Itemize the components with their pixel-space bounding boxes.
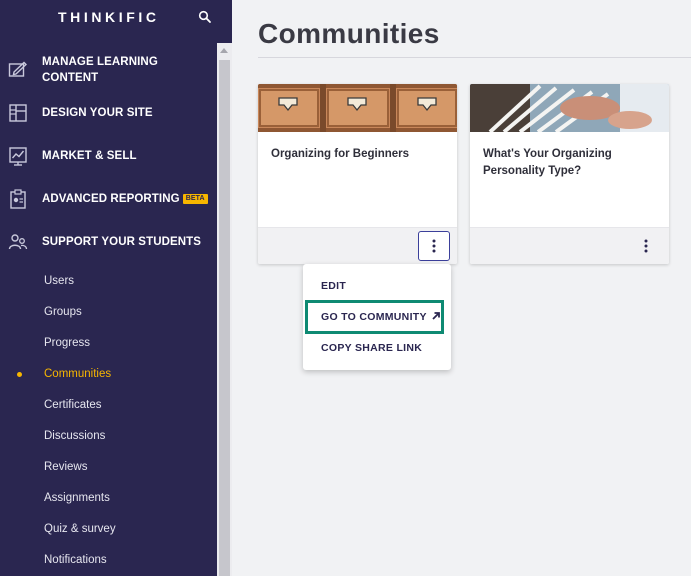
active-indicator	[17, 372, 22, 377]
card-footer	[258, 227, 457, 264]
clipboard-icon	[10, 189, 26, 209]
sidebar-item-progress[interactable]: Progress	[44, 335, 90, 351]
page-title: Communities	[258, 18, 440, 49]
brand-logo[interactable]: THINKIFIC	[58, 9, 160, 25]
nav-label-text: ADVANCED REPORTING	[42, 193, 180, 205]
menu-item-copy-share-link[interactable]: COPY SHARE LINK	[321, 342, 422, 354]
nav-label: MARKET & SELL	[42, 150, 137, 162]
sidebar-item-certificates[interactable]: Certificates	[44, 397, 102, 413]
nav-label: MANAGE LEARNING CONTENT	[42, 56, 158, 84]
scrollbar-thumb[interactable]	[219, 60, 230, 576]
kebab-menu-icon	[644, 239, 648, 253]
chart-icon	[9, 147, 27, 166]
sidebar: THINKIFIC MANAGE LEARNING CONTENT DESIGN…	[0, 0, 232, 576]
scroll-up-arrow-icon[interactable]	[220, 48, 228, 53]
students-icon	[8, 234, 28, 250]
community-card[interactable]: Organizing for Beginners	[258, 84, 457, 264]
sidebar-item-groups[interactable]: Groups	[44, 304, 82, 320]
sidebar-item-notifications[interactable]: Notifications	[44, 552, 107, 568]
card-image-drawers	[258, 84, 457, 132]
brand-row: THINKIFIC	[0, 0, 232, 40]
card-image-files	[470, 84, 669, 132]
sidebar-item-discussions[interactable]: Discussions	[44, 428, 105, 444]
sidebar-item-users[interactable]: Users	[44, 273, 74, 289]
nav-design-your-site[interactable]: DESIGN YOUR SITE	[0, 103, 216, 123]
menu-item-edit[interactable]: EDIT	[321, 280, 346, 292]
search-icon[interactable]	[198, 10, 212, 24]
title-divider	[258, 57, 691, 58]
card-footer	[470, 227, 669, 264]
layout-icon	[9, 104, 27, 122]
beta-badge: BETA	[182, 194, 208, 204]
edit-content-icon	[8, 61, 28, 77]
sidebar-item-quiz-survey[interactable]: Quiz & survey	[44, 521, 116, 537]
sidebar-nav: MANAGE LEARNING CONTENT DESIGN YOUR SITE…	[0, 43, 216, 576]
nav-label: SUPPORT YOUR STUDENTS	[42, 236, 202, 248]
community-card[interactable]: What's Your Organizing Personality Type?	[470, 84, 669, 264]
nav-advanced-reporting[interactable]: ADVANCED REPORTING BETA	[0, 189, 216, 209]
nav-manage-learning-content[interactable]: MANAGE LEARNING CONTENT	[0, 53, 216, 87]
nav-support-your-students[interactable]: SUPPORT YOUR STUDENTS	[0, 232, 216, 252]
kebab-menu-icon	[432, 239, 436, 253]
sidebar-item-assignments[interactable]: Assignments	[44, 490, 110, 506]
nav-label: DESIGN YOUR SITE	[42, 107, 153, 119]
sidebar-item-reviews[interactable]: Reviews	[44, 459, 87, 475]
nav-market-sell[interactable]: MARKET & SELL	[0, 146, 216, 166]
card-title[interactable]: Organizing for Beginners	[271, 146, 446, 163]
more-options-button[interactable]	[418, 231, 450, 261]
more-options-button[interactable]	[630, 231, 662, 261]
sidebar-item-communities[interactable]: Communities	[44, 366, 111, 382]
card-title[interactable]: What's Your Organizing Personality Type?	[483, 146, 658, 180]
nav-label: ADVANCED REPORTING BETA	[42, 191, 208, 207]
highlight-box	[305, 300, 444, 334]
